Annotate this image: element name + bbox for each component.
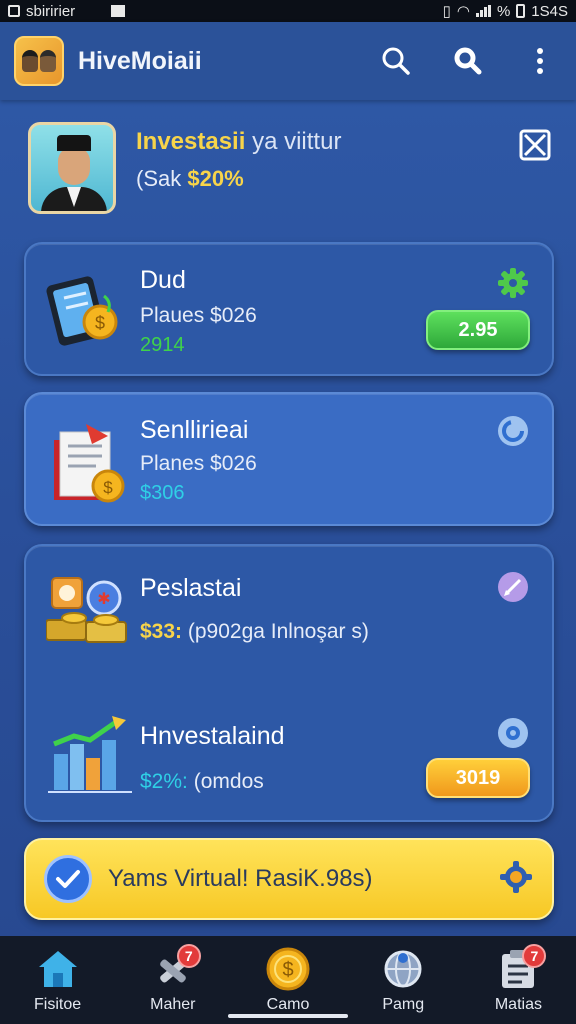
nav-item-home[interactable]: Fisitoe xyxy=(0,936,115,1024)
nav-label: Camo xyxy=(266,996,310,1013)
refresh-icon[interactable] xyxy=(496,414,530,448)
wifi-icon: ◠ xyxy=(456,3,470,20)
home-indicator xyxy=(228,1014,348,1018)
nav-item-tools[interactable]: 7 Maher xyxy=(115,936,230,1024)
search-icon[interactable] xyxy=(380,45,412,77)
image-icon xyxy=(111,5,126,17)
close-icon[interactable] xyxy=(518,128,552,167)
pen-icon[interactable] xyxy=(496,570,530,604)
card-line1-amount: $2%: xyxy=(140,770,188,793)
card-line2: $306 xyxy=(140,482,185,504)
value-button[interactable]: 2.95 xyxy=(426,310,530,350)
home-icon xyxy=(34,946,82,992)
check-icon xyxy=(44,855,92,903)
profile-title-bold: Investasii xyxy=(136,128,246,155)
document-coin-icon: $ xyxy=(46,416,136,503)
carrier-label: sbiririer xyxy=(26,2,76,20)
card-line1-amount: $33: xyxy=(140,620,183,643)
svg-text:$: $ xyxy=(103,478,113,497)
notification-icon xyxy=(8,5,20,17)
indicator-text: % xyxy=(496,2,511,20)
tablet-coin-icon: $ xyxy=(46,268,136,348)
avatar[interactable] xyxy=(28,122,116,214)
app-logo-icon[interactable] xyxy=(14,36,64,86)
more-vert-icon[interactable] xyxy=(524,45,556,77)
profile-subtitle: (Sak $20% xyxy=(136,166,244,192)
nav-label: Fisitoe xyxy=(34,996,82,1013)
profile-title: Investasii ya viittur xyxy=(136,128,341,156)
card-line1: $2%: (omdos xyxy=(140,770,264,794)
svg-text:$: $ xyxy=(282,959,293,981)
status-bar: sbiririer ▯ ◠ % 1S4S xyxy=(0,0,576,22)
nav-item-clipboard[interactable]: 7 Matias xyxy=(461,936,576,1024)
signal-icon xyxy=(475,5,491,17)
gear-icon[interactable] xyxy=(496,266,530,300)
card-senllirieai[interactable]: $ Senllirieai Planes $026 $306 xyxy=(24,392,554,526)
banner-text: Yams Virtual! RasiK.98s) xyxy=(108,865,373,892)
nav-label: Pamg xyxy=(382,996,425,1013)
card-title: Peslastai xyxy=(140,574,242,602)
settings-icon[interactable] xyxy=(496,716,530,750)
profile-sub-value: $20% xyxy=(187,166,244,191)
card-line2: 2914 xyxy=(140,334,185,356)
nav-label: Maher xyxy=(150,996,196,1013)
battery-icon xyxy=(516,4,526,18)
nav-item-coin[interactable]: $ Camo xyxy=(230,936,345,1024)
card-line1-rest: (omdos xyxy=(193,770,264,793)
value-button[interactable]: 3019 xyxy=(426,758,530,798)
notification-badge: 7 xyxy=(522,944,547,968)
gear-icon[interactable] xyxy=(498,859,534,900)
app-bar: HiveMoiaii xyxy=(0,22,576,100)
nav-item-globe[interactable]: Pamg xyxy=(346,936,461,1024)
profile-header: Investasii ya viittur (Sak $20% xyxy=(24,118,554,218)
growth-chart-icon xyxy=(46,714,136,794)
card-title: Senllirieai xyxy=(140,416,249,444)
card-line1: $33: (p902ga Inlnoşar s) xyxy=(140,620,369,644)
card-title: Dud xyxy=(140,266,186,294)
search-alt-icon[interactable] xyxy=(452,45,484,77)
card-group: ✱ Peslastai $33: (p902ga Inlnoşar s) Hnv… xyxy=(24,544,554,822)
card-dud[interactable]: $ Dud Plaues $026 2914 2.95 xyxy=(24,242,554,376)
money-stack-icon: ✱ xyxy=(45,570,136,650)
bottom-nav: Fisitoe 7 Maher $ Camo Pamg 7 Matias xyxy=(0,936,576,1024)
profile-title-thin: ya viittur xyxy=(252,128,342,155)
card-line1-rest: (p902ga Inlnoşar s) xyxy=(187,620,369,643)
notification-badge: 7 xyxy=(176,944,201,968)
clock: 1S4S xyxy=(531,2,568,20)
tools-icon: 7 xyxy=(149,944,201,992)
globe-icon xyxy=(379,946,427,992)
virtual-banner[interactable]: Yams Virtual! RasiK.98s) xyxy=(24,838,554,920)
svg-text:✱: ✱ xyxy=(97,591,110,608)
card-line1: Planes $026 xyxy=(140,452,257,475)
card-title: Hnvestalaind xyxy=(140,722,285,750)
coin-icon: $ xyxy=(264,946,312,992)
card-line1: Plaues $026 xyxy=(140,304,257,327)
svg-text:$: $ xyxy=(95,313,105,333)
clipboard-icon: 7 xyxy=(494,944,547,992)
nav-label: Matias xyxy=(494,996,542,1013)
profile-sub-prefix: (Sak xyxy=(136,166,182,191)
app-title: HiveMoiaii xyxy=(78,46,202,75)
vibrate-icon: ▯ xyxy=(442,3,451,20)
